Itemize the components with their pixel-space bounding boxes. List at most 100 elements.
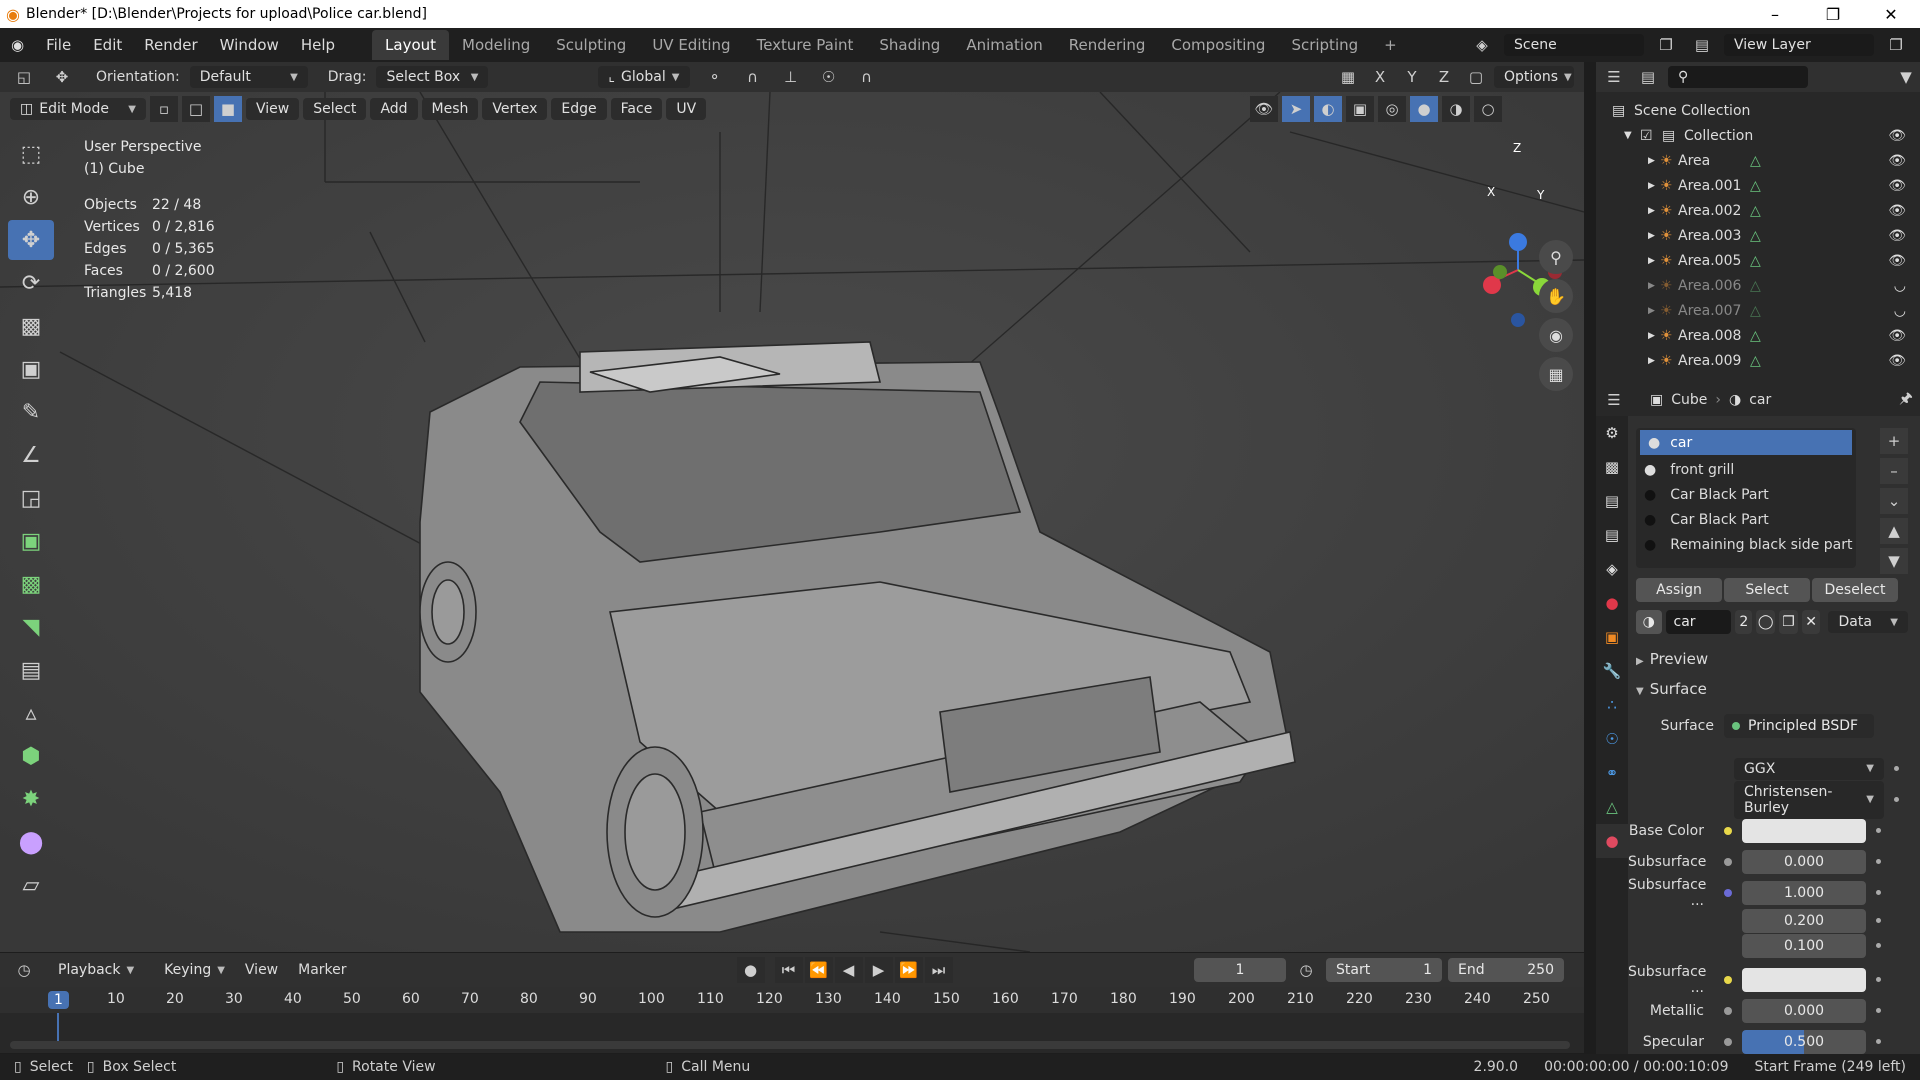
tab-rendering[interactable]: Rendering — [1056, 30, 1159, 60]
animate-dot-icon[interactable] — [1876, 943, 1881, 948]
radius-x-field[interactable]: 1.000 — [1742, 880, 1866, 905]
menu-help[interactable]: Help — [290, 36, 346, 54]
eye-icon[interactable]: 👁 — [1888, 178, 1906, 194]
mirror-y-toggle[interactable]: Y — [1398, 64, 1426, 90]
animate-dot-icon[interactable] — [1876, 977, 1881, 982]
outliner-editor-icon[interactable]: ☰ — [1600, 64, 1628, 90]
distribution-dropdown[interactable]: GGX ▼ — [1734, 757, 1884, 780]
annotate-icon[interactable]: ✎ — [8, 392, 54, 432]
spin-icon[interactable]: ✸ — [8, 779, 54, 819]
drag-dropdown[interactable]: Select Box ▼ — [376, 66, 489, 88]
slot-menu-icon[interactable]: ⌄ — [1880, 488, 1908, 514]
eye-icon[interactable]: 👁 — [1888, 128, 1906, 144]
fake-user-icon[interactable]: ◯ — [1756, 610, 1776, 634]
link-dropdown[interactable]: Data ▼ — [1828, 611, 1908, 633]
close-icon[interactable]: ✕ — [1862, 5, 1920, 24]
orientation-dropdown[interactable]: Default ▼ — [189, 66, 308, 88]
wireframe-shading-icon[interactable]: ◎ — [1378, 96, 1406, 122]
remove-slot-icon[interactable]: – — [1880, 458, 1908, 484]
vertex-select-icon[interactable]: ▫ — [150, 96, 178, 122]
output-tab-icon[interactable]: ▤ — [1596, 484, 1628, 518]
gizmo-y-label[interactable]: Y — [1537, 188, 1544, 202]
extrude-icon[interactable]: ▣ — [8, 521, 54, 561]
jump-end-icon[interactable]: ⏭ — [924, 957, 953, 983]
display-mode-icon[interactable]: ▤ — [1634, 64, 1662, 90]
menu-window[interactable]: Window — [209, 36, 290, 54]
outliner-item[interactable]: ▶ ☀ Area.005 △ 👁 — [1596, 248, 1920, 273]
checkbox-icon[interactable]: ☑ — [1640, 128, 1662, 144]
outliner-item[interactable]: ▶ ☀ Area.002 △ 👁 — [1596, 198, 1920, 223]
data-tab-icon[interactable]: △ — [1596, 790, 1628, 824]
move-up-icon[interactable]: ▲ — [1880, 518, 1908, 544]
material-slot[interactable]: ● Car Black Part — [1636, 482, 1856, 507]
select-button[interactable]: Select — [1724, 578, 1810, 602]
constraints-tab-icon[interactable]: ⚭ — [1596, 756, 1628, 790]
marker-menu[interactable]: Marker — [298, 962, 346, 978]
new-view-layer-icon[interactable]: ❐ — [1882, 32, 1910, 58]
current-frame-field[interactable]: 1 — [1194, 958, 1286, 982]
snap-target-icon[interactable]: ⊥ — [776, 64, 804, 90]
material-tab-icon[interactable]: ● — [1596, 824, 1628, 858]
pan-hand-icon[interactable]: ✋ — [1539, 279, 1573, 313]
play-icon[interactable]: ▶ — [864, 957, 893, 983]
keying-menu[interactable]: Keying ▼ — [154, 959, 235, 981]
restore-icon[interactable]: ❐ — [1804, 5, 1862, 24]
3d-viewport[interactable]: Z X Y — [0, 92, 1584, 952]
outliner-item[interactable]: ▶ ☀ Area.007 △ ◡ — [1596, 298, 1920, 323]
menu-add[interactable]: Add — [370, 98, 418, 120]
world-tab-icon[interactable]: ● — [1596, 586, 1628, 620]
material-browse-icon[interactable]: ◑ — [1636, 610, 1662, 634]
physics-tab-icon[interactable]: ☉ — [1596, 722, 1628, 756]
zoom-icon[interactable]: ⚲ — [1539, 240, 1573, 274]
playhead-line[interactable] — [57, 1013, 59, 1041]
render-tab-icon[interactable]: ▩ — [1596, 450, 1628, 484]
menu-render[interactable]: Render — [133, 36, 208, 54]
overlay-toggle-icon[interactable]: ◐ — [1314, 96, 1342, 122]
outliner-item[interactable]: ▶ ☀ Area.009 △ 👁 — [1596, 348, 1920, 373]
radius-z-field[interactable]: 0.100 — [1742, 933, 1866, 958]
snap-icon[interactable]: ∩ — [738, 64, 766, 90]
material-slot[interactable]: ● front grill — [1636, 457, 1856, 482]
move-icon[interactable]: ✥ — [8, 220, 54, 260]
tab-sculpting[interactable]: Sculpting — [543, 30, 639, 60]
metallic-field[interactable]: 0.000 — [1742, 998, 1866, 1023]
playback-menu[interactable]: Playback ▼ — [48, 959, 144, 981]
mirror-x-toggle[interactable]: X — [1366, 64, 1394, 90]
material-shading-icon[interactable]: ◑ — [1442, 96, 1470, 122]
loop-cut-icon[interactable]: ▤ — [8, 650, 54, 690]
timeline-area[interactable]: 1 10 20 30 40 50 60 70 80 90 100 110 120 130 140 150 160… — [0, 987, 1584, 1053]
animate-dot-icon[interactable] — [1894, 766, 1899, 771]
auto-merge-icon[interactable]: ▢ — [1462, 64, 1490, 90]
eye-icon[interactable]: 👁 — [1888, 328, 1906, 344]
outliner-item[interactable]: ▶ ☀ Area.003 △ 👁 — [1596, 223, 1920, 248]
shear-icon[interactable]: ▱ — [8, 865, 54, 905]
minimize-icon[interactable]: – — [1746, 5, 1804, 24]
face-select-icon[interactable]: ■ — [214, 96, 242, 122]
timeline-scrollbar[interactable] — [10, 1041, 1570, 1049]
tab-layout[interactable]: Layout — [372, 30, 450, 60]
visibility-icon[interactable]: 👁 — [1250, 96, 1278, 122]
perspective-grid-icon[interactable]: ▦ — [1539, 357, 1573, 391]
menu-vertex[interactable]: Vertex — [482, 98, 548, 120]
tab-compositing[interactable]: Compositing — [1158, 30, 1278, 60]
deselect-button[interactable]: Deselect — [1812, 578, 1898, 602]
select-box-icon[interactable]: ⬚ — [8, 134, 54, 174]
menu-mesh[interactable]: Mesh — [421, 98, 479, 120]
move-tool-icon[interactable]: ✥ — [48, 64, 76, 90]
menu-view[interactable]: View — [246, 98, 300, 120]
base-color-swatch[interactable] — [1742, 818, 1866, 843]
unlink-material-icon[interactable]: ✕ — [1801, 610, 1821, 634]
outliner-item[interactable]: ▶ ☀ Area.008 △ 👁 — [1596, 323, 1920, 348]
collection-row[interactable]: ▼ ☑ ▤ Collection 👁 — [1596, 123, 1920, 148]
rotate-icon[interactable]: ⟳ — [8, 263, 54, 303]
tab-texture-paint[interactable]: Texture Paint — [744, 30, 867, 60]
xray-toggle-icon[interactable]: ▣ — [1346, 96, 1374, 122]
transform-orientation-dropdown[interactable]: ⌞ Global ▼ — [598, 66, 691, 88]
tool-tab-icon[interactable]: ⚙ — [1596, 416, 1628, 450]
menu-edge[interactable]: Edge — [551, 98, 607, 120]
tab-shading[interactable]: Shading — [866, 30, 953, 60]
jump-start-icon[interactable]: ⏮ — [774, 957, 803, 983]
scene-icon[interactable]: ◈ — [1468, 32, 1496, 58]
material-name-field[interactable]: car — [1665, 610, 1732, 634]
timeline-ruler[interactable]: 1 10 20 30 40 50 60 70 80 90 100 110 120 130 140 150 160… — [0, 987, 1584, 1013]
